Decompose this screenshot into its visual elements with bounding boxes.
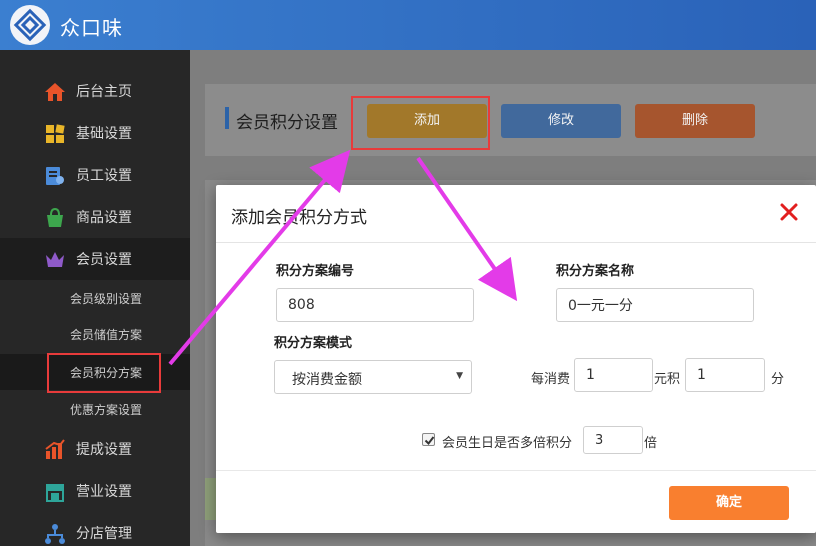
sidebar-subitem-member-stored-value[interactable]: 会员储值方案 — [0, 316, 190, 352]
scheme-number-input[interactable] — [276, 288, 474, 322]
sidebar-item-staff-settings[interactable]: 员工设置 — [0, 154, 190, 196]
staff-icon — [46, 167, 64, 185]
scheme-number-label: 积分方案编号 — [276, 264, 355, 279]
store-icon — [46, 484, 64, 502]
spend-amount-input[interactable] — [574, 358, 653, 392]
points-unit-label: 分 — [771, 372, 785, 387]
birthday-multiplier-label: 会员生日是否多倍积分 — [442, 436, 573, 451]
chevron-down-icon: ▼ — [456, 371, 463, 381]
delete-button[interactable]: 删除 — [635, 104, 755, 138]
scheme-mode-value: 按消费金额 — [292, 372, 362, 388]
title-accent-bar — [225, 107, 229, 129]
top-header-bar: 众口味 — [0, 0, 816, 50]
sidebar-item-member-settings[interactable]: 会员设置 — [0, 238, 190, 280]
sidebar-item-label: 后台主页 — [76, 84, 132, 100]
per-spend-label: 每消费 — [531, 372, 571, 387]
bag-icon — [47, 207, 63, 227]
add-points-modal: 添加会员积分方式 积分方案编号 积分方案名称 积分方案模式 按消费金额 ▼ 每消… — [216, 185, 816, 533]
highlight-box-add-button — [351, 96, 490, 150]
scheme-name-input[interactable] — [556, 288, 754, 322]
page-title: 会员积分设置 — [236, 113, 338, 133]
sidebar-item-business-settings[interactable]: 营业设置 — [0, 470, 190, 512]
logo-icon — [10, 5, 50, 45]
sidebar-item-label: 基础设置 — [76, 126, 132, 142]
sidebar-subitem-discount-settings[interactable]: 优惠方案设置 — [0, 391, 190, 427]
scheme-mode-select[interactable]: 按消费金额 ▼ — [274, 360, 472, 394]
close-icon[interactable] — [778, 201, 800, 223]
sidebar-item-commission-settings[interactable]: 提成设置 — [0, 428, 190, 470]
sidebar-subitem-member-level[interactable]: 会员级别设置 — [0, 280, 190, 316]
yuan-points-label: 元积 — [654, 372, 681, 387]
branch-icon — [45, 524, 65, 544]
checkmark-icon — [424, 436, 435, 446]
sidebar-item-basic-settings[interactable]: 基础设置 — [0, 112, 190, 154]
sidebar-subitem-label: 优惠方案设置 — [70, 403, 143, 417]
home-icon — [45, 83, 65, 101]
points-amount-input[interactable] — [685, 358, 765, 392]
crown-icon — [46, 252, 64, 267]
sidebar-item-label: 员工设置 — [76, 168, 132, 184]
multiplier-input[interactable] — [583, 426, 643, 454]
sidebar-item-label: 分店管理 — [76, 526, 132, 542]
app-brand: 众口味 — [60, 16, 123, 40]
edit-button[interactable]: 修改 — [501, 104, 621, 138]
modal-title: 添加会员积分方式 — [231, 208, 367, 228]
modal-divider — [216, 242, 816, 243]
scheme-name-label: 积分方案名称 — [556, 264, 635, 279]
scheme-mode-label: 积分方案模式 — [274, 336, 353, 351]
sidebar-item-home[interactable]: 后台主页 — [0, 70, 190, 112]
multiplier-unit-label: 倍 — [644, 436, 658, 451]
sidebar-item-label: 提成设置 — [76, 442, 132, 458]
grid-icon — [46, 124, 65, 143]
birthday-checkbox[interactable] — [422, 433, 435, 446]
sidebar-subitem-label: 会员级别设置 — [70, 292, 143, 306]
sidebar-item-branch-management[interactable]: 分店管理 — [0, 512, 190, 546]
highlight-box-sidebar — [47, 353, 161, 393]
sidebar-item-product-settings[interactable]: 商品设置 — [0, 196, 190, 238]
sidebar-subitem-label: 会员储值方案 — [70, 328, 143, 342]
sidebar-item-label: 商品设置 — [76, 210, 132, 226]
modal-footer-divider — [216, 470, 816, 471]
confirm-button[interactable]: 确定 — [669, 486, 789, 520]
chart-icon — [45, 439, 65, 459]
sidebar-item-label: 会员设置 — [76, 252, 132, 268]
sidebar-item-label: 营业设置 — [76, 484, 132, 500]
